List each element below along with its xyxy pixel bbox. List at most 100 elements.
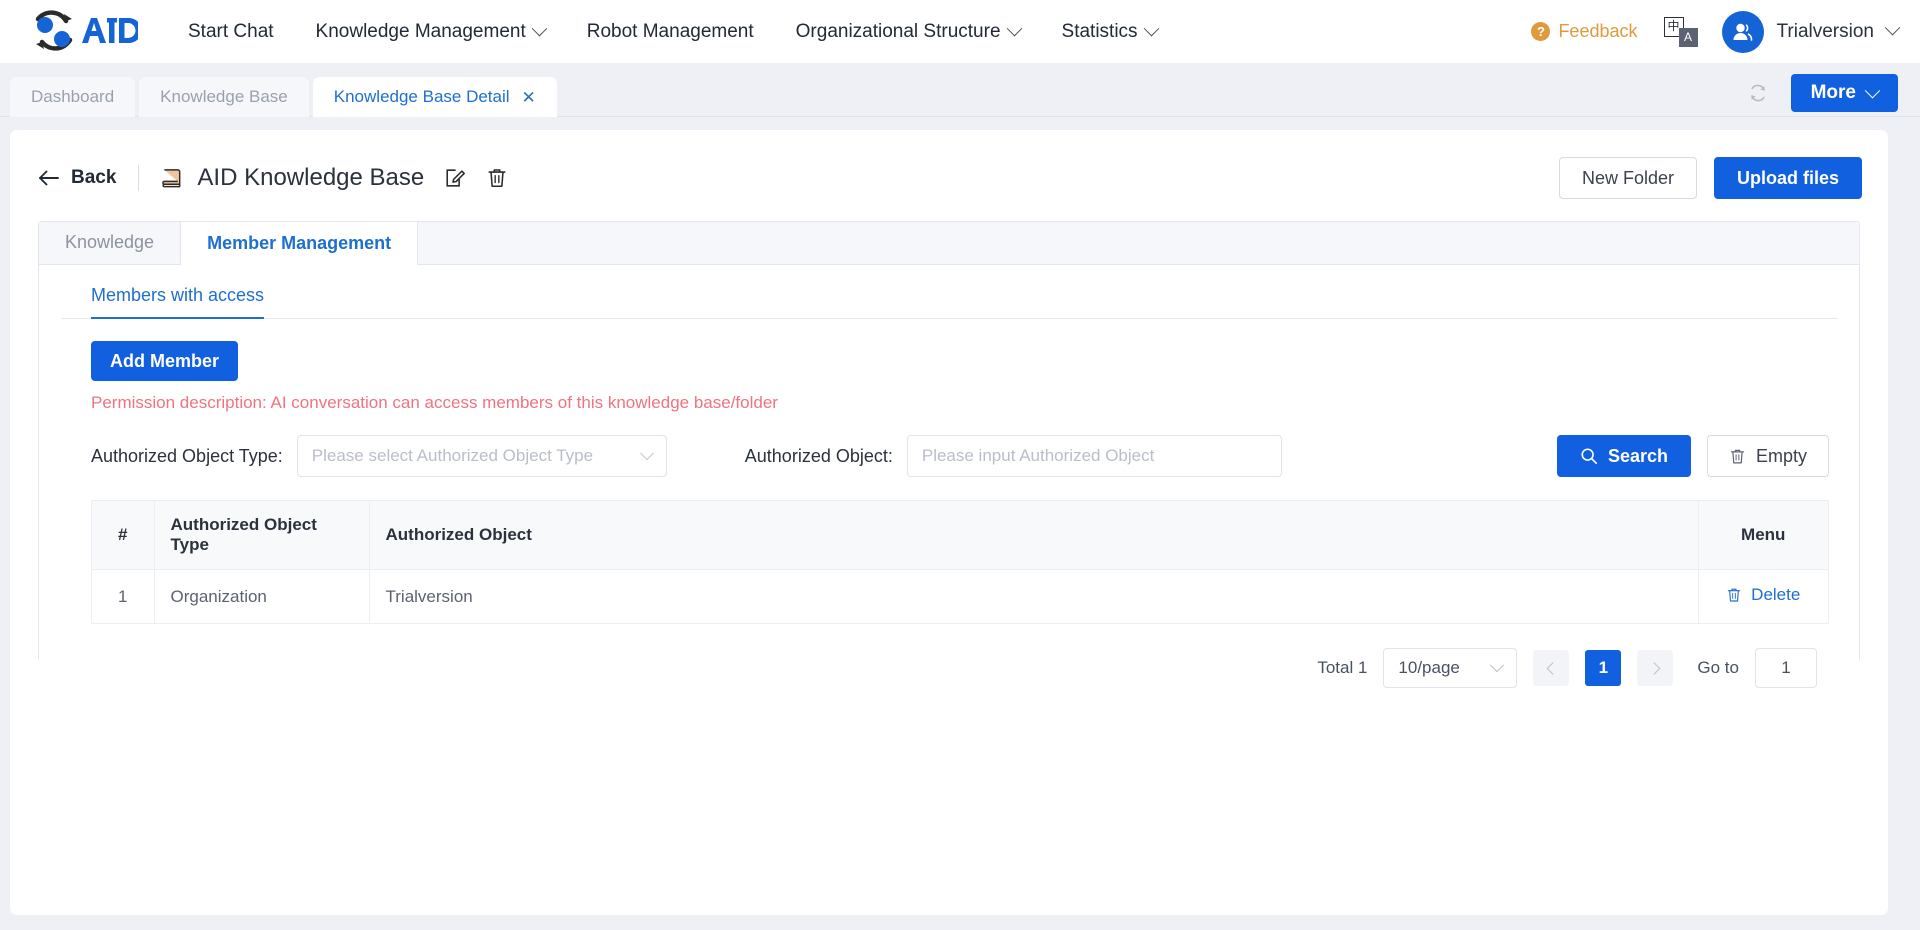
column-index: #	[92, 501, 155, 570]
filter-actions: Search Empty	[1556, 435, 1829, 477]
permission-description: Permission description: AI conversation …	[91, 393, 778, 412]
chevron-down-icon	[1006, 12, 1022, 52]
table-row[interactable]: 1 Organization Trialversion Delete	[92, 569, 1828, 624]
app-root: Start Chat Knowledge Management Robot Ma…	[0, 0, 1920, 930]
tab-knowledge-base[interactable]: Knowledge Base	[139, 77, 309, 117]
page-header-actions: New Folder Upload files	[1558, 157, 1862, 199]
tab-dashboard[interactable]: Dashboard	[10, 77, 136, 117]
chevron-down-icon	[1884, 19, 1901, 41]
top-header: Start Chat Knowledge Management Robot Ma…	[0, 0, 1920, 63]
column-authorized-object-type: Authorized Object Type	[154, 501, 370, 570]
book-icon	[161, 167, 184, 190]
subtab-members-with-access[interactable]: Members with access	[91, 285, 265, 319]
chevron-down-icon	[1490, 658, 1505, 673]
content-card: Back AID Knowledge Base New Folder Uploa…	[10, 130, 1888, 915]
nav-statistics[interactable]: Statistics	[1041, 12, 1178, 52]
back-button[interactable]: Back	[38, 167, 116, 189]
chevron-down-icon	[639, 446, 654, 461]
authorized-object-input[interactable]	[906, 435, 1282, 477]
tab-label: Dashboard	[31, 87, 115, 106]
language-switch-icon[interactable]: 中 A	[1663, 16, 1698, 47]
more-label: More	[1810, 82, 1856, 103]
user-icon	[1733, 23, 1752, 41]
header-divider	[138, 165, 140, 191]
chevron-down-icon	[1864, 82, 1881, 98]
panel-tab-label: Knowledge	[65, 232, 155, 252]
page-size-value: 10/page	[1398, 658, 1460, 677]
tab-label: Knowledge Base	[160, 87, 288, 106]
header-right-actions: ? Feedback 中 A Trialversion	[1531, 10, 1901, 53]
cell-authorized-object: Trialversion	[369, 569, 1699, 623]
nav-label: Knowledge Management	[315, 20, 526, 42]
page-size-select[interactable]: 10/page	[1383, 648, 1518, 688]
feedback-button[interactable]: ? Feedback	[1531, 21, 1638, 42]
prev-page-button[interactable]	[1533, 650, 1570, 686]
refresh-icon[interactable]	[1747, 82, 1769, 104]
user-menu[interactable]: Trialversion	[1721, 10, 1901, 53]
chevron-down-icon	[531, 12, 548, 52]
delete-icon[interactable]	[486, 167, 508, 189]
nav-robot-management[interactable]: Robot Management	[566, 12, 775, 52]
authorized-object-type-value: Please select Authorized Object Type	[311, 446, 594, 465]
panel-body: Members with access Add Member Permissio…	[39, 265, 1859, 688]
subtab-row: Members with access	[61, 265, 1837, 319]
avatar	[1721, 10, 1764, 53]
cell-index: 1	[92, 569, 155, 623]
back-label: Back	[71, 167, 117, 188]
chevron-right-icon	[1647, 661, 1661, 675]
cell-authorized-object-type: Organization	[154, 569, 370, 623]
nav-label: Organizational Structure	[795, 20, 1001, 42]
tab-knowledge-base-detail[interactable]: Knowledge Base Detail ✕	[312, 77, 557, 117]
pagination: Total 1 10/page 1 Go to	[61, 648, 1825, 688]
search-icon	[1581, 448, 1597, 465]
column-authorized-object: Authorized Object	[369, 501, 1699, 570]
subtab-separator	[61, 318, 1837, 319]
search-button[interactable]: Search	[1556, 435, 1691, 477]
authorized-object-type-select[interactable]: Please select Authorized Object Type	[296, 435, 667, 477]
question-mark-icon: ?	[1531, 22, 1551, 41]
tab-member-management[interactable]: Member Management	[181, 222, 419, 265]
tab-knowledge[interactable]: Knowledge	[39, 221, 182, 264]
trash-icon	[1727, 588, 1741, 602]
column-menu: Menu	[1698, 501, 1828, 570]
goto-page-input[interactable]	[1755, 648, 1817, 688]
cell-menu: Delete	[1698, 570, 1828, 624]
pagination-total: Total 1	[1317, 658, 1368, 677]
language-en-glyph: A	[1678, 27, 1698, 47]
tab-label: Knowledge Base Detail	[333, 87, 510, 106]
search-label: Search	[1607, 445, 1668, 466]
username-label: Trialversion	[1776, 20, 1875, 42]
filter-row: Authorized Object Type: Please select Au…	[61, 435, 1837, 477]
more-button[interactable]: More	[1790, 74, 1898, 112]
arrow-left-icon	[39, 170, 59, 186]
tab-strip: Dashboard Knowledge Base Knowledge Base …	[0, 63, 1920, 117]
chevron-down-icon	[1143, 12, 1159, 52]
chevron-left-icon	[1546, 661, 1560, 675]
page-number-1[interactable]: 1	[1585, 650, 1622, 686]
nav-organizational-structure[interactable]: Organizational Structure	[775, 12, 1041, 52]
edit-icon[interactable]	[444, 167, 466, 189]
aid-logo-icon	[35, 9, 138, 51]
tab-strip-actions: More	[1747, 74, 1898, 117]
upload-files-button[interactable]: Upload files	[1713, 157, 1862, 199]
nav-label: Start Chat	[188, 20, 274, 42]
nav-knowledge-management[interactable]: Knowledge Management	[295, 12, 566, 52]
panel-tab-list: Knowledge Member Management	[39, 221, 1859, 265]
row-delete-button[interactable]: Delete	[1726, 585, 1800, 605]
next-page-button[interactable]	[1637, 650, 1674, 686]
authorized-object-label: Authorized Object:	[744, 445, 893, 466]
new-folder-button[interactable]: New Folder	[1558, 157, 1697, 199]
main-navigation: Start Chat Knowledge Management Robot Ma…	[176, 12, 1178, 52]
add-member-button[interactable]: Add Member	[91, 341, 239, 381]
nav-label: Robot Management	[586, 20, 754, 42]
empty-button[interactable]: Empty	[1706, 435, 1829, 477]
members-table: # Authorized Object Type Authorized Obje…	[91, 500, 1829, 624]
aid-logo[interactable]	[26, 9, 138, 55]
new-folder-label: New Folder	[1581, 167, 1674, 188]
nav-start-chat[interactable]: Start Chat	[176, 12, 295, 52]
refresh-glyph	[1750, 84, 1765, 102]
authorized-object-type-label: Authorized Object Type:	[91, 445, 283, 466]
close-icon[interactable]: ✕	[522, 89, 536, 106]
panel-tab-label: Member Management	[207, 232, 392, 253]
page-header: Back AID Knowledge Base New Folder Uploa…	[10, 130, 1888, 204]
